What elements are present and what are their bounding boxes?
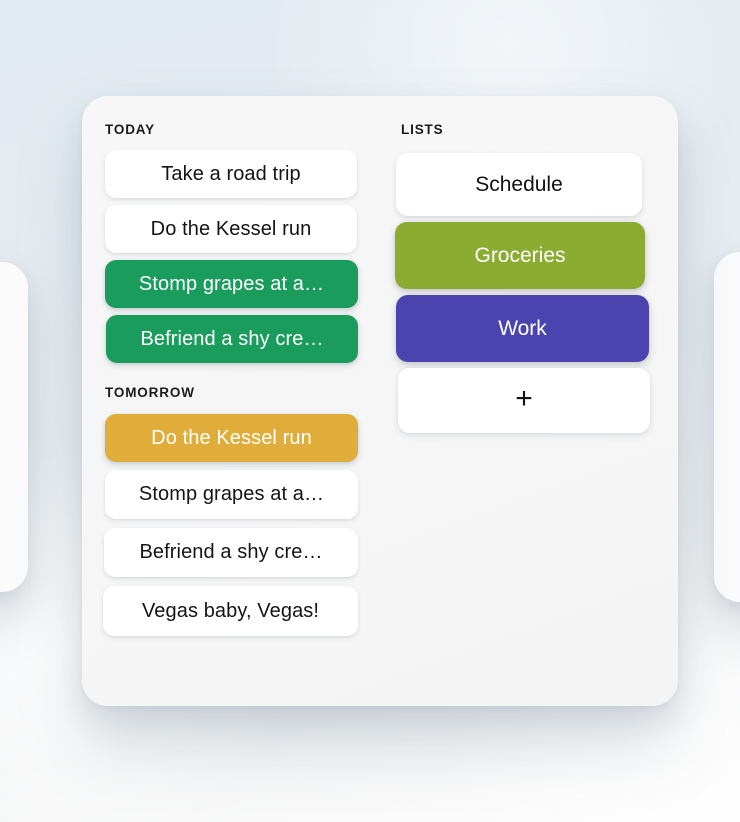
task-item[interactable]: Stomp grapes at a… (105, 260, 358, 308)
list-item-schedule[interactable]: Schedule (396, 153, 642, 216)
task-item[interactable]: Stomp grapes at a… (105, 470, 358, 519)
plus-icon: + (515, 382, 533, 415)
card-inner: TODAY Take a road trip Do the Kessel run… (82, 96, 678, 706)
section-header-today: TODAY (105, 122, 156, 137)
task-item[interactable]: Befriend a shy cre… (106, 315, 358, 363)
tasks-column: TODAY Take a road trip Do the Kessel run… (82, 122, 382, 643)
section-header-lists: LISTS (401, 122, 444, 137)
board-columns: TODAY Take a road trip Do the Kessel run… (82, 122, 678, 643)
task-item[interactable]: Do the Kessel run (105, 205, 357, 253)
side-panel-left (0, 262, 28, 592)
task-item[interactable]: Befriend a shy cre… (104, 528, 358, 577)
add-list-button[interactable]: + (398, 368, 650, 433)
task-item[interactable]: Take a road trip (105, 150, 357, 198)
lists-column: LISTS Schedule Groceries Work + (382, 122, 672, 439)
task-item[interactable]: Vegas baby, Vegas! (103, 586, 358, 636)
side-panel-right (714, 252, 740, 602)
task-item[interactable]: Do the Kessel run (105, 414, 358, 462)
list-item-work[interactable]: Work (396, 295, 649, 362)
task-board-card: TODAY Take a road trip Do the Kessel run… (82, 96, 678, 706)
list-item-groceries[interactable]: Groceries (395, 222, 645, 289)
section-header-tomorrow: TOMORROW (105, 385, 195, 400)
